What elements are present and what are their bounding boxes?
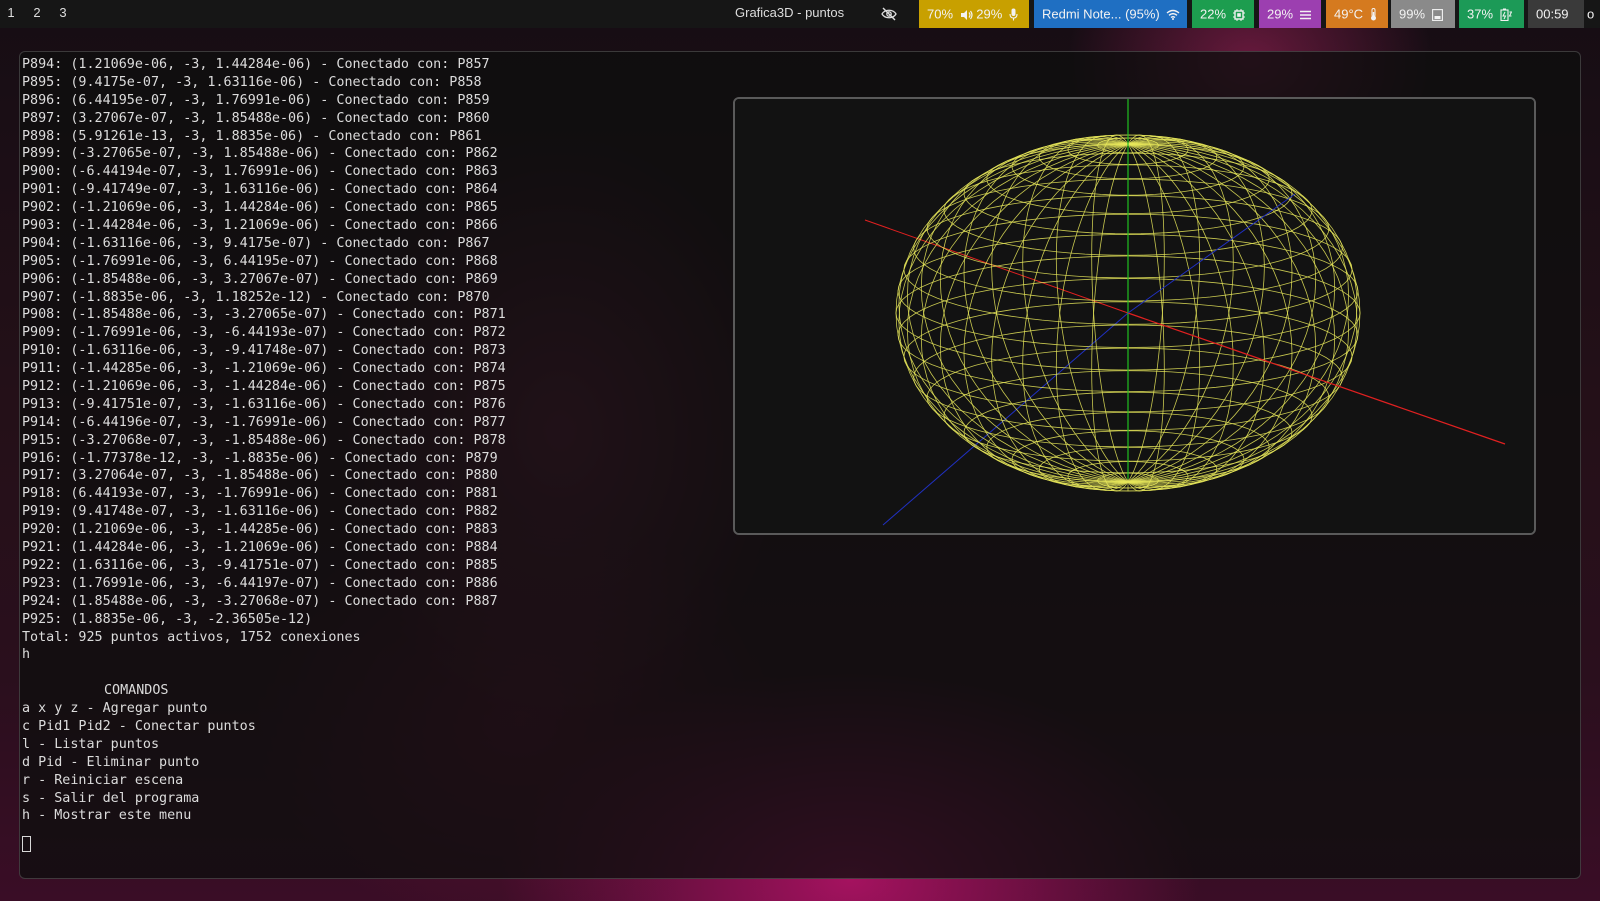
temperature-value: 49°C <box>1334 6 1364 22</box>
terminal-line: P923: (1.76991e-06, -3, -6.44197e-07) - … <box>22 575 498 591</box>
clock-value: 00:59 <box>1536 6 1569 22</box>
terminal-line: P911: (-1.44285e-06, -3, -1.21069e-06) -… <box>22 361 506 377</box>
terminal-line: P919: (9.41748e-07, -3, -1.63116e-06) - … <box>22 504 498 520</box>
terminal-line: P916: (-1.77378e-12, -3, -1.8835e-06) - … <box>22 450 498 466</box>
speaker-icon <box>960 9 973 20</box>
disk-module[interactable]: 99% <box>1391 0 1455 28</box>
top-bar: 1 2 3 Grafica3D - puntos 70% 29% Redmi N… <box>0 0 1600 28</box>
terminal-output: P894: (1.21069e-06, -3, 1.44284e-06) - C… <box>22 56 742 825</box>
terminal-line: P915: (-3.27068e-07, -3, -1.85488e-06) -… <box>22 432 506 448</box>
terminal-line: P914: (-6.44196e-07, -3, -1.76991e-06) -… <box>22 414 506 430</box>
wifi-label: Redmi Note... (95%) <box>1042 6 1160 22</box>
volume-value: 70% <box>927 6 954 22</box>
wifi-icon <box>1166 9 1180 21</box>
terminal-line: P909: (-1.76991e-06, -3, -6.44193e-07) -… <box>22 325 506 341</box>
clock-module[interactable]: 00:59 <box>1528 0 1584 28</box>
wire-meridian <box>1127 141 1336 483</box>
terminal-line: P899: (-3.27065e-07, -3, 1.85488e-06) - … <box>22 146 498 162</box>
terminal-line: P913: (-9.41751e-07, -3, -1.63116e-06) -… <box>22 396 506 412</box>
wire-meridian <box>1127 143 1336 485</box>
mic-value: 29% <box>976 6 1003 22</box>
terminal-line: Total: 925 puntos activos, 1752 conexion… <box>22 629 361 645</box>
terminal-line: P912: (-1.21069e-06, -3, -1.44284e-06) -… <box>22 379 506 395</box>
x-axis-front <box>1127 312 1506 445</box>
terminal-line: P902: (-1.21069e-06, -3, 1.44284e-06) - … <box>22 200 498 216</box>
terminal-line: P918: (6.44193e-07, -3, -1.76991e-06) - … <box>22 486 498 502</box>
terminal-line: P897: (3.27067e-07, -3, 1.85488e-06) - C… <box>22 110 490 126</box>
command-help-line: h - Mostrar este menu <box>22 808 192 824</box>
terminal-line: P925: (1.8835e-06, -3, -2.36505e-12) <box>22 611 313 627</box>
battery-charging-icon <box>1500 8 1512 22</box>
command-help-line: r - Reiniciar escena <box>22 772 184 788</box>
active-window-title: Grafica3D - puntos <box>735 5 845 20</box>
cpu-value: 22% <box>1200 6 1227 22</box>
wireframe-canvas[interactable] <box>735 99 1536 535</box>
memory-value: 29% <box>1267 6 1294 22</box>
terminal-line: P904: (-1.63116e-06, -3, 9.4175e-07) - C… <box>22 235 490 251</box>
audio-module[interactable]: 70% 29% <box>919 0 1029 28</box>
terminal-line: P895: (9.4175e-07, -3, 1.63116e-06) - Co… <box>22 74 482 90</box>
terminal-line: P901: (-9.41749e-07, -3, 1.63116e-06) - … <box>22 182 498 198</box>
workspace-3[interactable]: 3 <box>54 0 72 28</box>
microphone-icon <box>1009 8 1018 21</box>
terminal-line: P920: (1.21069e-06, -3, -1.44285e-06) - … <box>22 522 498 538</box>
workspace-1[interactable]: 1 <box>2 0 20 28</box>
temperature-module[interactable]: 49°C <box>1326 0 1388 28</box>
terminal-line: P921: (1.44284e-06, -3, -1.21069e-06) - … <box>22 540 498 556</box>
tray-label: o <box>1587 6 1595 22</box>
terminal-line: P896: (6.44195e-07, -3, 1.76991e-06) - C… <box>22 92 490 108</box>
terminal-line: P907: (-1.8835e-06, -3, 1.18252e-12) - C… <box>22 289 490 305</box>
wire-meridian <box>963 143 1129 488</box>
terminal-line: P903: (-1.44284e-06, -3, 1.21069e-06) - … <box>22 218 498 234</box>
commands-heading: COMANDOS <box>104 683 169 699</box>
terminal-line: P922: (1.63116e-06, -3, -9.41751e-07) - … <box>22 557 498 573</box>
command-help-line: c Pid1 Pid2 - Conectar puntos <box>22 718 256 734</box>
command-help-line: d Pid - Eliminar punto <box>22 754 200 770</box>
terminal-line: h <box>22 647 31 663</box>
terminal-line: P924: (1.85488e-06, -3, -3.27068e-07) - … <box>22 593 498 609</box>
eye-off-icon[interactable] <box>881 7 897 21</box>
terminal-line: P900: (-6.44194e-07, -3, 1.76991e-06) - … <box>22 164 498 180</box>
workspace-2[interactable]: 2 <box>28 0 46 28</box>
terminal-line: P917: (3.27064e-07, -3, -1.85488e-06) - … <box>22 468 498 484</box>
terminal-line: P894: (1.21069e-06, -3, 1.44284e-06) - C… <box>22 57 490 72</box>
grafica3d-viewer-window[interactable] <box>733 97 1536 535</box>
wire-meridian <box>963 138 1129 483</box>
memory-module[interactable]: 29% <box>1259 0 1321 28</box>
terminal-line: P905: (-1.76991e-06, -3, 6.44195e-07) - … <box>22 253 498 269</box>
memory-icon <box>1299 10 1311 19</box>
terminal-line: P908: (-1.85488e-06, -3, -3.27065e-07) -… <box>22 307 506 323</box>
wire-meridian <box>920 143 1129 485</box>
cpu-module[interactable]: 22% <box>1192 0 1254 28</box>
wire-meridian <box>1127 138 1293 483</box>
terminal-line: P906: (-1.85488e-06, -3, 3.27067e-07) - … <box>22 271 498 287</box>
wifi-module[interactable]: Redmi Note... (95%) <box>1034 0 1187 28</box>
battery-module[interactable]: 37% <box>1459 0 1524 28</box>
thermometer-icon <box>1370 8 1376 21</box>
z-axis-back <box>1127 193 1296 314</box>
terminal-cursor[interactable] <box>22 836 31 852</box>
terminal-line: P910: (-1.63116e-06, -3, -9.41748e-07) -… <box>22 343 506 359</box>
disk-value: 99% <box>1399 6 1426 22</box>
wire-meridian <box>920 141 1129 483</box>
command-help-line: l - Listar puntos <box>22 736 160 752</box>
disk-icon <box>1431 8 1443 21</box>
cpu-chip-icon <box>1232 8 1245 21</box>
command-help-line: s - Salir del programa <box>22 790 200 806</box>
command-help-line: a x y z - Agregar punto <box>22 701 208 717</box>
terminal-line: P898: (5.91261e-13, -3, 1.8835e-06) - Co… <box>22 128 482 144</box>
wire-meridian <box>1127 143 1293 488</box>
battery-value: 37% <box>1467 6 1494 22</box>
tray-indicator[interactable]: o <box>1584 0 1600 28</box>
